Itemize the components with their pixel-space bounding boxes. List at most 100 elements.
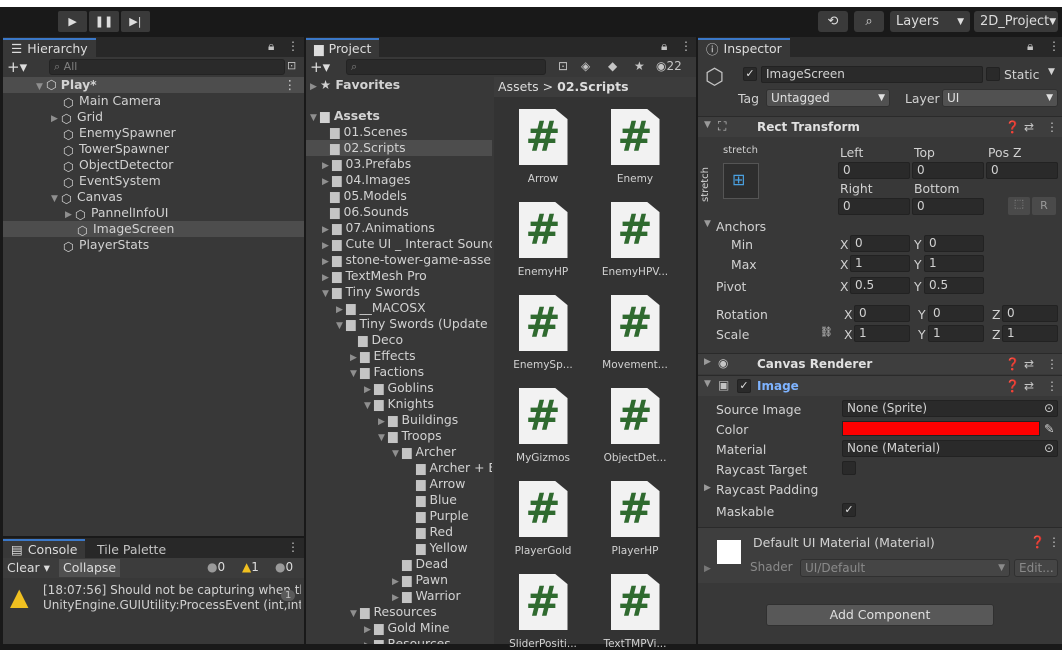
folder-tree-item[interactable]: ▆ 05.Models — [306, 188, 492, 204]
scale-x-field[interactable]: 1 — [854, 325, 910, 342]
folder-tree-item[interactable]: ▶ ▆ stone-tower-game-asse — [306, 252, 492, 268]
active-checkbox[interactable]: ✓ — [743, 67, 757, 81]
assets-root-row[interactable]: ▼ ▆ Assets — [306, 108, 492, 124]
favorites-row[interactable]: ▶ ★ Favorites — [306, 77, 492, 93]
anchor-min-y-field[interactable]: 0 — [924, 235, 984, 252]
rotation-y-field[interactable]: 0 — [928, 305, 984, 322]
kebab-menu-icon[interactable]: ⋮ — [284, 77, 296, 93]
hierarchy-item-playerstats[interactable]: ⬡ PlayerStats — [3, 237, 304, 253]
script-asset[interactable]: # Enemy — [590, 109, 680, 185]
scene-row[interactable]: ▼ ⬡ Play* ⋮ — [3, 77, 304, 93]
raycast-target-checkbox[interactable] — [842, 461, 856, 475]
top-field[interactable]: 0 — [912, 162, 984, 179]
folder-tree-item[interactable]: ▆ Dead — [306, 556, 492, 572]
layout-dropdown[interactable]: 2D_Project ▼ — [974, 11, 1058, 32]
anchor-max-x-field[interactable]: 1 — [850, 255, 910, 272]
hierarchy-item-towerspawner[interactable]: ⬡ TowerSpawner — [3, 141, 304, 157]
add-object-button[interactable]: +▾ — [7, 58, 27, 76]
layers-dropdown[interactable]: Layers ▼ — [890, 11, 970, 32]
folder-tree-item[interactable]: ▆ Red — [306, 524, 492, 540]
static-dropdown-arrow-icon[interactable]: ▼ — [1048, 67, 1055, 77]
shader-edit-button[interactable]: Edit... — [1014, 559, 1058, 577]
anchor-presets-button[interactable]: ⊞ — [723, 163, 759, 199]
error-toggle[interactable]: ●0 — [275, 560, 293, 574]
help-icon[interactable]: ❓ — [1005, 357, 1020, 371]
kebab-menu-icon[interactable]: ⋮ — [1046, 379, 1058, 393]
anchor-min-x-field[interactable]: 0 — [850, 235, 910, 252]
folder-tree-item[interactable]: ▆ 06.Sounds — [306, 204, 492, 220]
blueprint-mode-button[interactable]: ⬚ — [1008, 197, 1030, 215]
clear-button[interactable]: Clear ▾ — [7, 560, 50, 575]
shader-dropdown[interactable]: UI/Default ▼ — [800, 559, 1010, 577]
tab-hierarchy[interactable]: ☰ Hierarchy — [3, 38, 96, 57]
search-button[interactable]: ⌕ — [854, 11, 884, 32]
eyedropper-icon[interactable]: ✎ — [1044, 421, 1054, 436]
hierarchy-item-eventsystem[interactable]: ⬡ EventSystem — [3, 173, 304, 189]
posz-field[interactable]: 0 — [986, 162, 1058, 179]
label-icon[interactable]: ◆ — [608, 59, 617, 73]
hierarchy-item-imagescreen[interactable]: ⬡ ImageScreen — [3, 221, 304, 237]
rect-transform-header[interactable]: ▼ ⛶ Rect Transform ❓ ⇄ ⋮ — [698, 116, 1062, 137]
history-button[interactable]: ⟲ — [818, 11, 848, 32]
kebab-menu-icon[interactable]: ⋮ — [1046, 357, 1058, 371]
folder-tree-item[interactable]: ▶ ▆ Goblins — [306, 380, 492, 396]
kebab-menu-icon[interactable]: ⋮ — [1046, 120, 1058, 134]
source-image-field[interactable]: None (Sprite) ⊙ — [842, 400, 1058, 417]
lock-icon[interactable]: 🔒︎ — [268, 39, 274, 54]
kebab-menu-icon[interactable]: ⋮ — [1048, 535, 1060, 549]
lock-icon[interactable]: 🔒︎ — [1027, 39, 1033, 54]
maskable-checkbox[interactable]: ✓ — [842, 503, 856, 517]
expand-arrow-icon[interactable]: ▼ — [704, 219, 711, 229]
script-asset[interactable]: # PlayerHP — [590, 481, 680, 557]
folder-tree-item[interactable]: ▶ ▆ 03.Prefabs — [306, 156, 492, 172]
anchor-max-y-field[interactable]: 1 — [924, 255, 984, 272]
folder-tree-item[interactable]: ▶▆ Resources — [306, 636, 492, 644]
folder-tree-item[interactable]: ▶ ▆ Warrior — [306, 588, 492, 604]
help-icon[interactable]: ❓ — [1030, 535, 1045, 549]
constrain-proportions-icon[interactable]: ⛓ — [820, 327, 833, 338]
bottom-field[interactable]: 0 — [912, 198, 984, 215]
object-name-field[interactable]: ImageScreen — [761, 66, 983, 83]
anchors-label[interactable]: Anchors — [716, 219, 766, 234]
script-asset[interactable]: # PlayerGold — [498, 481, 588, 557]
info-toggle[interactable]: ●0 — [207, 560, 225, 574]
color-swatch[interactable] — [842, 421, 1040, 436]
raw-edit-button[interactable]: R — [1032, 197, 1056, 215]
folder-tree-item[interactable]: ▶ ▆ 04.Images — [306, 172, 492, 188]
pivot-x-field[interactable]: 0.5 — [850, 277, 910, 294]
kebab-menu-icon[interactable]: ⋮ — [680, 39, 692, 53]
add-component-button[interactable]: Add Component — [766, 604, 994, 626]
hierarchy-item-main-camera[interactable]: ⬡ Main Camera — [3, 93, 304, 109]
collapse-button[interactable]: Collapse — [59, 559, 121, 577]
image-enabled-checkbox[interactable]: ✓ — [737, 379, 751, 393]
static-checkbox[interactable] — [986, 67, 1000, 81]
filter-icon[interactable]: ⊡ — [287, 59, 296, 72]
tag-dropdown[interactable]: Untagged ▼ — [766, 89, 890, 107]
rotation-z-field[interactable]: 0 — [1002, 305, 1058, 322]
filter-type-icon[interactable]: ◈ — [581, 59, 590, 73]
folder-tree-item[interactable]: ▼ ▆ Knights — [306, 396, 492, 412]
canvas-renderer-header[interactable]: ▶ ◉ Canvas Renderer ❓ ⇄ ⋮ — [698, 353, 1062, 374]
presets-icon[interactable]: ⇄ — [1024, 379, 1034, 393]
help-icon[interactable]: ❓ — [1005, 379, 1020, 393]
project-search-input[interactable]: ⌕ — [346, 59, 546, 75]
layer-dropdown[interactable]: UI ▼ — [942, 89, 1058, 107]
lock-icon[interactable]: 🔒︎ — [661, 39, 667, 54]
folder-tree-item[interactable]: ▶ ▆ Gold Mine — [306, 620, 492, 636]
folder-tree-item[interactable]: ▆ Deco — [306, 332, 492, 348]
pivot-y-field[interactable]: 0.5 — [924, 277, 984, 294]
folder-tree-item[interactable]: ▆ 01.Scenes — [306, 124, 492, 140]
tab-project[interactable]: ▆ Project — [306, 38, 380, 57]
script-asset[interactable]: # TextTMPVi... — [590, 574, 680, 650]
left-field[interactable]: 0 — [838, 162, 910, 179]
hierarchy-item-enemyspawner[interactable]: ⬡ EnemySpawner — [3, 125, 304, 141]
folder-tree-item[interactable]: ▼ ▆ Tiny Swords — [306, 284, 492, 300]
script-asset[interactable]: # ObjectDet... — [590, 388, 680, 464]
breadcrumb-assets[interactable]: Assets — [498, 79, 539, 94]
tab-console[interactable]: ▤ Console — [3, 539, 86, 558]
hierarchy-item-canvas[interactable]: ▼ ⬡ Canvas — [3, 189, 304, 205]
folder-tree-item[interactable]: ▆ Blue — [306, 492, 492, 508]
folder-tree-item[interactable]: ▶ ▆ 07.Animations — [306, 220, 492, 236]
scale-z-field[interactable]: 1 — [1002, 325, 1058, 342]
folder-tree-item[interactable]: ▼ ▆ Tiny Swords (Update ( — [306, 316, 492, 332]
